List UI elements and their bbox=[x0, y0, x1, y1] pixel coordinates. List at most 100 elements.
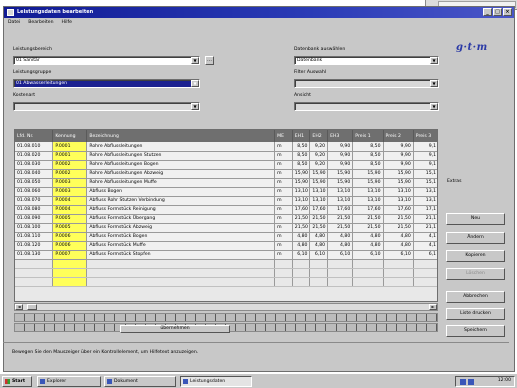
table-cell[interactable]: 21,50 bbox=[327, 223, 354, 233]
empty-cell[interactable] bbox=[15, 259, 54, 269]
minimize-icon[interactable]: _ bbox=[483, 8, 492, 16]
empty-cell[interactable] bbox=[309, 259, 329, 269]
table-cell[interactable]: 15,90 bbox=[352, 169, 384, 179]
table-cell[interactable]: 4,1 bbox=[413, 241, 437, 251]
table-cell[interactable]: 17,60 bbox=[383, 205, 414, 215]
table-cell[interactable]: 4,1 bbox=[413, 232, 437, 242]
table-cell[interactable]: 6,10 bbox=[352, 250, 384, 260]
cancel-button[interactable]: Abbrechen bbox=[446, 291, 505, 303]
chevron-down-icon[interactable]: ▼ bbox=[191, 80, 199, 87]
table-cell[interactable]: P.0004 bbox=[52, 196, 88, 206]
table-cell[interactable]: 01.08.130 bbox=[15, 250, 54, 260]
table-cell[interactable]: 4,80 bbox=[327, 241, 354, 251]
save-button[interactable]: Speichern bbox=[446, 325, 505, 337]
table-cell[interactable]: 17,60 bbox=[327, 205, 354, 215]
empty-cell[interactable] bbox=[292, 268, 311, 278]
table-cell[interactable]: 4,80 bbox=[309, 232, 329, 242]
table-row[interactable]: 01.08.120 P.0006 Abfluss Formstück Muffe m 4… bbox=[15, 241, 437, 251]
data-grid[interactable]: Lfd. Nr. Kennung Bezeichnung ME EH1 EH2 … bbox=[14, 129, 438, 302]
table-cell[interactable]: 13,10 bbox=[327, 196, 354, 206]
table-cell[interactable]: 6,1 bbox=[413, 250, 437, 260]
table-cell[interactable]: 15,90 bbox=[383, 169, 414, 179]
table-row[interactable]: 01.08.040 P.0002 Rohre Abflussleitungen Ab… bbox=[15, 169, 437, 179]
table-cell[interactable]: 15,90 bbox=[292, 169, 311, 179]
table-cell[interactable]: 17,1 bbox=[413, 205, 437, 215]
delete-button[interactable]: Löschen bbox=[446, 268, 505, 280]
combo-6[interactable]: ▼ bbox=[294, 102, 439, 111]
empty-cell[interactable] bbox=[15, 268, 54, 278]
table-cell[interactable]: 01.08.010 bbox=[15, 142, 54, 152]
empty-cell[interactable] bbox=[52, 277, 88, 287]
empty-cell[interactable] bbox=[413, 268, 437, 278]
empty-cell[interactable] bbox=[413, 277, 437, 287]
table-cell[interactable]: 8,50 bbox=[292, 160, 311, 170]
table-cell[interactable]: 8,50 bbox=[292, 142, 311, 152]
empty-cell[interactable] bbox=[86, 259, 276, 269]
combo-3[interactable]: ▼ bbox=[13, 102, 200, 111]
empty-cell[interactable] bbox=[383, 259, 414, 269]
table-cell[interactable]: m bbox=[274, 169, 293, 179]
table-cell[interactable]: 21,1 bbox=[413, 214, 437, 224]
extras-checkbox-label[interactable]: Extras bbox=[447, 179, 462, 184]
combo-4[interactable]: Datenbank ▼ bbox=[294, 56, 439, 65]
table-row[interactable]: 01.08.090 P.0005 Abfluss Formstück Übergan… bbox=[15, 214, 437, 224]
table-row[interactable]: 01.08.070 P.0004 Abfluss Rohr Stutzen Verb… bbox=[15, 196, 437, 206]
empty-row[interactable] bbox=[15, 277, 437, 287]
empty-cell[interactable] bbox=[292, 259, 311, 269]
table-cell[interactable]: 01.08.120 bbox=[15, 241, 54, 251]
table-cell[interactable]: P.0007 bbox=[52, 250, 88, 260]
table-cell[interactable]: Rohre Abflussleitungen bbox=[86, 142, 276, 152]
table-cell[interactable]: P.0004 bbox=[52, 205, 88, 215]
empty-cell[interactable] bbox=[327, 268, 354, 278]
table-cell[interactable]: Abfluss Formstück Übergang bbox=[86, 214, 276, 224]
menu-edit[interactable]: Bearbeiten bbox=[28, 18, 53, 27]
table-cell[interactable]: m bbox=[274, 241, 293, 251]
table-cell[interactable]: 21,50 bbox=[309, 223, 329, 233]
title-bar[interactable]: Leistungsdaten bearbeiten _ □ × bbox=[4, 7, 514, 18]
empty-cell[interactable] bbox=[274, 268, 293, 278]
empty-cell[interactable] bbox=[327, 259, 354, 269]
taskbar-item-active[interactable]: Leistungsdaten bbox=[180, 376, 252, 387]
table-cell[interactable]: Rohre Abflussleitungen Abzweig bbox=[86, 169, 276, 179]
table-cell[interactable]: 21,50 bbox=[352, 214, 384, 224]
column-header[interactable]: Kennung bbox=[52, 130, 88, 142]
scroll-left-icon[interactable]: ◄ bbox=[15, 304, 23, 310]
table-cell[interactable]: 21,50 bbox=[292, 223, 311, 233]
column-header[interactable]: EH1 bbox=[292, 130, 311, 142]
table-cell[interactable]: P.0002 bbox=[52, 169, 88, 179]
column-header[interactable]: EH2 bbox=[309, 130, 329, 142]
table-cell[interactable]: Abfluss Formstück Stopfen bbox=[86, 250, 276, 260]
empty-cell[interactable] bbox=[383, 268, 414, 278]
table-cell[interactable]: 01.08.020 bbox=[15, 151, 54, 161]
table-cell[interactable]: 21,50 bbox=[352, 223, 384, 233]
chevron-down-icon[interactable]: ▼ bbox=[430, 57, 438, 64]
table-cell[interactable]: 21,50 bbox=[292, 214, 311, 224]
close-icon[interactable]: × bbox=[503, 8, 512, 16]
column-header[interactable]: Bezeichnung bbox=[86, 130, 276, 142]
empty-cell[interactable] bbox=[86, 277, 276, 287]
table-row[interactable]: 01.08.100 P.0005 Abfluss Formstück Abzweig… bbox=[15, 223, 437, 233]
table-cell[interactable]: 15,1 bbox=[413, 169, 437, 179]
table-cell[interactable]: m bbox=[274, 151, 293, 161]
table-cell[interactable]: 01.08.100 bbox=[15, 223, 54, 233]
empty-cell[interactable] bbox=[15, 277, 54, 287]
table-cell[interactable]: 17,60 bbox=[352, 205, 384, 215]
table-cell[interactable]: 9,90 bbox=[327, 160, 354, 170]
table-cell[interactable]: P.0005 bbox=[52, 223, 88, 233]
new-button[interactable]: Neu bbox=[446, 213, 505, 225]
scroll-right-icon[interactable]: ► bbox=[429, 304, 437, 310]
table-cell[interactable]: 4,80 bbox=[352, 241, 384, 251]
table-row[interactable]: 01.08.110 P.0006 Abfluss Formstück Bogen m 4… bbox=[15, 232, 437, 242]
table-row[interactable]: 01.08.020 P.0001 Rohre Abflussleitungen St… bbox=[15, 151, 437, 161]
menu-file[interactable]: Datei bbox=[8, 18, 20, 27]
table-row[interactable]: 01.08.080 P.0004 Abfluss Formstück Reinigu… bbox=[15, 205, 437, 215]
empty-cell[interactable] bbox=[52, 268, 88, 278]
table-cell[interactable]: Abfluss Formstück Muffe bbox=[86, 241, 276, 251]
print-list-button[interactable]: Liste drucken bbox=[446, 308, 505, 320]
table-cell[interactable]: 9,1 bbox=[413, 142, 437, 152]
table-cell[interactable]: 4,80 bbox=[309, 241, 329, 251]
empty-cell[interactable] bbox=[327, 277, 354, 287]
clock[interactable]: 12:00 bbox=[498, 378, 511, 383]
table-cell[interactable]: m bbox=[274, 187, 293, 197]
table-cell[interactable]: 6,10 bbox=[383, 250, 414, 260]
